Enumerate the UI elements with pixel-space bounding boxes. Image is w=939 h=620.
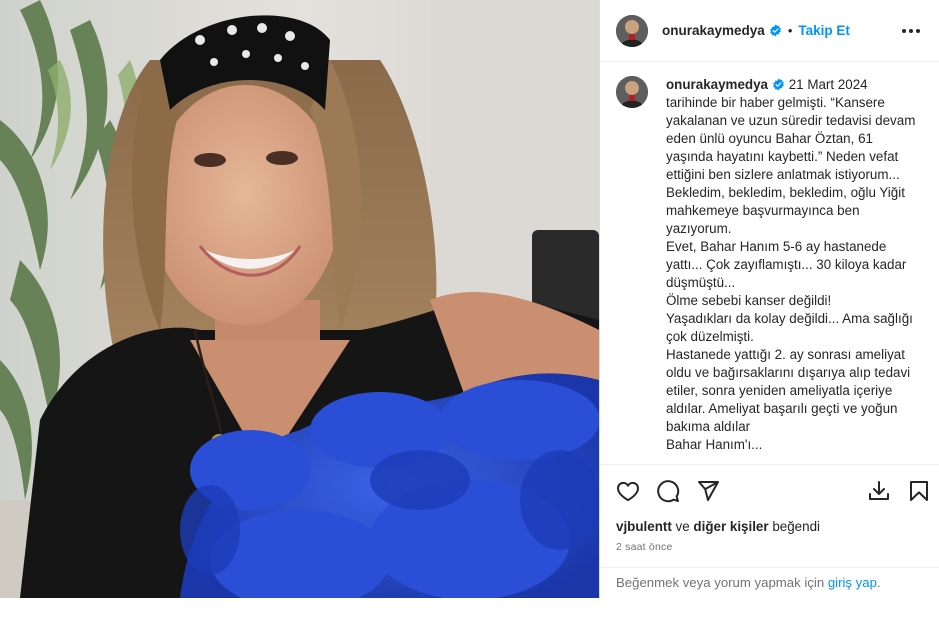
post-side-panel: onurakaymedya • Takip Et onurakaymedya 2… (599, 0, 939, 598)
caption-scroll-area[interactable]: onurakaymedya 21 Mart 2024 tarihinde bir… (600, 62, 939, 464)
verified-badge-icon (769, 24, 782, 37)
caption-first-paragraph: onurakaymedya 21 Mart 2024 tarihinde bir… (666, 76, 916, 184)
header-separator: • (787, 23, 793, 38)
caption-paragraph: Bekledim, bekledim, bekledim, oğlu Yiğit… (666, 185, 905, 236)
caption-text: onurakaymedya 21 Mart 2024 tarihinde bir… (666, 76, 916, 454)
share-icon[interactable] (696, 479, 720, 503)
login-prompt: Beğenmek veya yorum yapmak için giriş ya… (600, 567, 939, 598)
caption-username[interactable]: onurakaymedya (666, 77, 768, 92)
comment-icon[interactable] (656, 479, 680, 503)
caption-paragraph: Yaşadıkları da kolay değildi... Ama sağl… (666, 311, 913, 344)
likes-suffix: beğendi (772, 519, 821, 534)
avatar-portrait-icon (616, 76, 648, 108)
heart-icon[interactable] (616, 479, 640, 503)
post-header: onurakaymedya • Takip Et (600, 0, 939, 62)
login-prompt-end: . (876, 575, 881, 590)
caption-paragraph: Evet, Bahar Hanım 5-6 ay hastanede yattı… (666, 239, 907, 290)
caption-author-avatar[interactable] (616, 76, 648, 108)
verified-badge-icon (772, 78, 785, 91)
more-options-icon[interactable] (899, 19, 923, 43)
instagram-post: onurakaymedya • Takip Et onurakaymedya 2… (0, 0, 939, 598)
download-icon[interactable] (867, 479, 891, 503)
caption-paragraph: Bahar Hanım'ı... (666, 437, 763, 452)
avatar-portrait-icon (616, 14, 648, 47)
likes-connector: ve (675, 519, 690, 534)
caption-row: onurakaymedya 21 Mart 2024 tarihinde bir… (616, 76, 923, 454)
action-bar (600, 464, 939, 516)
caption-paragraph: Ölme sebebi kanser değildi! (666, 293, 832, 308)
author-username[interactable]: onurakaymedya (662, 23, 765, 38)
author-avatar[interactable] (616, 14, 648, 47)
caption-date: 21 Mart 2024 (788, 77, 868, 92)
caption-paragraph: Hastanede yattığı 2. ay sonrası ameliyat… (666, 347, 911, 434)
caption-intro: tarihinde bir haber gelmişti. “Kansere y… (666, 95, 916, 182)
liker-username[interactable]: vjbulentt (616, 519, 672, 534)
follow-button[interactable]: Takip Et (798, 23, 850, 38)
post-photo-illustration (0, 0, 599, 598)
likes-summary: vjbulentt ve diğer kişiler beğendi (616, 519, 820, 534)
login-link[interactable]: giriş yap (828, 575, 877, 590)
post-timestamp[interactable]: 2 saat önce (616, 541, 673, 553)
likes-others-link[interactable]: diğer kişiler (693, 519, 768, 534)
login-prompt-text: Beğenmek veya yorum yapmak için (616, 575, 825, 590)
bookmark-icon[interactable] (907, 479, 931, 503)
post-image[interactable] (0, 0, 599, 598)
